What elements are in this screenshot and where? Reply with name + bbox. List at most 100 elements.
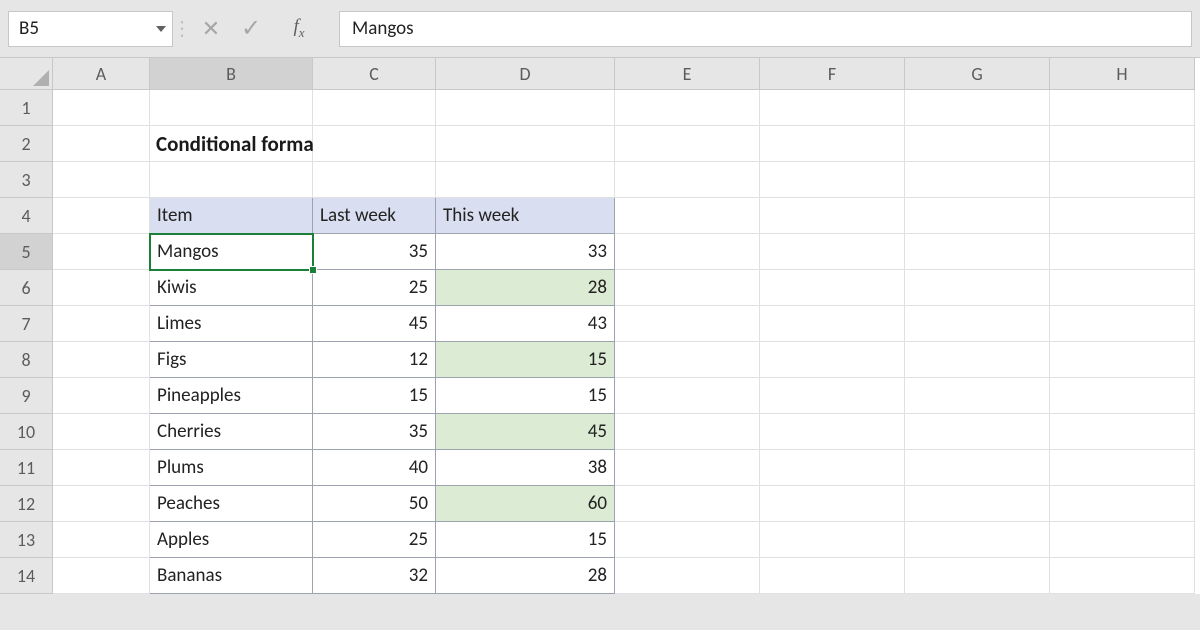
cell[interactable] <box>615 198 760 234</box>
cell[interactable] <box>905 342 1050 378</box>
cell[interactable] <box>313 90 436 126</box>
cell[interactable] <box>1050 198 1195 234</box>
cell[interactable] <box>1050 234 1195 270</box>
table-cell-this[interactable]: 33 <box>436 234 615 270</box>
table-cell-last[interactable]: 50 <box>313 486 436 522</box>
cell[interactable] <box>615 522 760 558</box>
cells-area[interactable]: Conditional formatting based on another … <box>53 90 1195 594</box>
cell[interactable] <box>615 234 760 270</box>
row-header[interactable]: 14 <box>0 558 53 594</box>
cell[interactable] <box>905 378 1050 414</box>
table-cell-this[interactable]: 28 <box>436 270 615 306</box>
column-header[interactable]: F <box>760 58 905 90</box>
cell[interactable] <box>905 90 1050 126</box>
table-cell-item[interactable]: Cherries <box>150 414 313 450</box>
cell[interactable] <box>436 90 615 126</box>
row-header[interactable]: 12 <box>0 486 53 522</box>
cell[interactable] <box>615 558 760 594</box>
cell[interactable] <box>53 234 150 270</box>
cell[interactable] <box>53 558 150 594</box>
table-cell-last[interactable]: 25 <box>313 522 436 558</box>
formula-input[interactable]: Mangos <box>339 11 1192 47</box>
table-cell-last[interactable]: 32 <box>313 558 436 594</box>
cell[interactable] <box>1050 306 1195 342</box>
table-cell-this[interactable]: 15 <box>436 522 615 558</box>
table-cell-this[interactable]: 38 <box>436 450 615 486</box>
cell[interactable] <box>615 306 760 342</box>
cell[interactable] <box>1050 558 1195 594</box>
cell[interactable] <box>53 522 150 558</box>
row-header[interactable]: 10 <box>0 414 53 450</box>
cell[interactable] <box>53 378 150 414</box>
cell[interactable] <box>1050 342 1195 378</box>
cell[interactable] <box>615 126 760 162</box>
cell[interactable] <box>760 90 905 126</box>
cell[interactable] <box>1050 414 1195 450</box>
table-cell-this[interactable]: 15 <box>436 378 615 414</box>
cell[interactable] <box>1050 486 1195 522</box>
name-box[interactable]: B5 <box>8 11 173 47</box>
cell[interactable] <box>53 198 150 234</box>
table-cell-this[interactable]: 15 <box>436 342 615 378</box>
cell[interactable] <box>53 162 150 198</box>
column-header[interactable]: A <box>53 58 150 90</box>
cell[interactable] <box>905 198 1050 234</box>
cell[interactable] <box>1050 450 1195 486</box>
row-header[interactable]: 13 <box>0 522 53 558</box>
cell[interactable] <box>615 342 760 378</box>
cell[interactable] <box>905 558 1050 594</box>
cell[interactable] <box>436 162 615 198</box>
cell[interactable] <box>615 450 760 486</box>
cell[interactable] <box>760 198 905 234</box>
column-header[interactable]: D <box>436 58 615 90</box>
cell[interactable] <box>615 90 760 126</box>
cancel-button[interactable]: ✕ <box>191 11 231 47</box>
row-header[interactable]: 2 <box>0 126 53 162</box>
table-cell-this[interactable]: 43 <box>436 306 615 342</box>
cell[interactable] <box>760 126 905 162</box>
cell[interactable] <box>53 342 150 378</box>
cell[interactable] <box>150 90 313 126</box>
table-cell-item[interactable]: Apples <box>150 522 313 558</box>
cell[interactable] <box>313 162 436 198</box>
cell[interactable] <box>53 450 150 486</box>
cell[interactable] <box>905 522 1050 558</box>
row-header[interactable]: 6 <box>0 270 53 306</box>
table-header-this[interactable]: This week <box>436 198 615 234</box>
cell[interactable]: Conditional formatting based on another … <box>150 126 313 162</box>
fill-handle[interactable] <box>309 266 317 274</box>
cell[interactable] <box>760 342 905 378</box>
cell[interactable] <box>760 162 905 198</box>
cell[interactable] <box>1050 90 1195 126</box>
cell[interactable] <box>615 414 760 450</box>
cell[interactable] <box>760 378 905 414</box>
cell[interactable] <box>905 450 1050 486</box>
cell[interactable] <box>53 270 150 306</box>
table-header-item[interactable]: Item <box>150 198 313 234</box>
cell[interactable] <box>760 306 905 342</box>
cell[interactable] <box>53 126 150 162</box>
cell[interactable] <box>53 414 150 450</box>
select-all-corner[interactable] <box>0 58 53 90</box>
cell[interactable] <box>615 270 760 306</box>
cell[interactable] <box>1050 270 1195 306</box>
table-header-last[interactable]: Last week <box>313 198 436 234</box>
row-header[interactable]: 9 <box>0 378 53 414</box>
table-cell-last[interactable]: 25 <box>313 270 436 306</box>
cell[interactable] <box>1050 162 1195 198</box>
enter-button[interactable]: ✓ <box>231 11 271 47</box>
cell[interactable] <box>760 558 905 594</box>
cell[interactable] <box>150 162 313 198</box>
table-cell-item[interactable]: Kiwis <box>150 270 313 306</box>
table-cell-last[interactable]: 35 <box>313 414 436 450</box>
table-cell-item[interactable]: Plums <box>150 450 313 486</box>
table-cell-item[interactable]: Figs <box>150 342 313 378</box>
row-header[interactable]: 3 <box>0 162 53 198</box>
cell[interactable] <box>905 234 1050 270</box>
cell[interactable] <box>1050 378 1195 414</box>
table-cell-item[interactable]: Pineapples <box>150 378 313 414</box>
cell[interactable] <box>760 450 905 486</box>
row-header[interactable]: 1 <box>0 90 53 126</box>
cell[interactable] <box>760 414 905 450</box>
cell[interactable] <box>905 306 1050 342</box>
